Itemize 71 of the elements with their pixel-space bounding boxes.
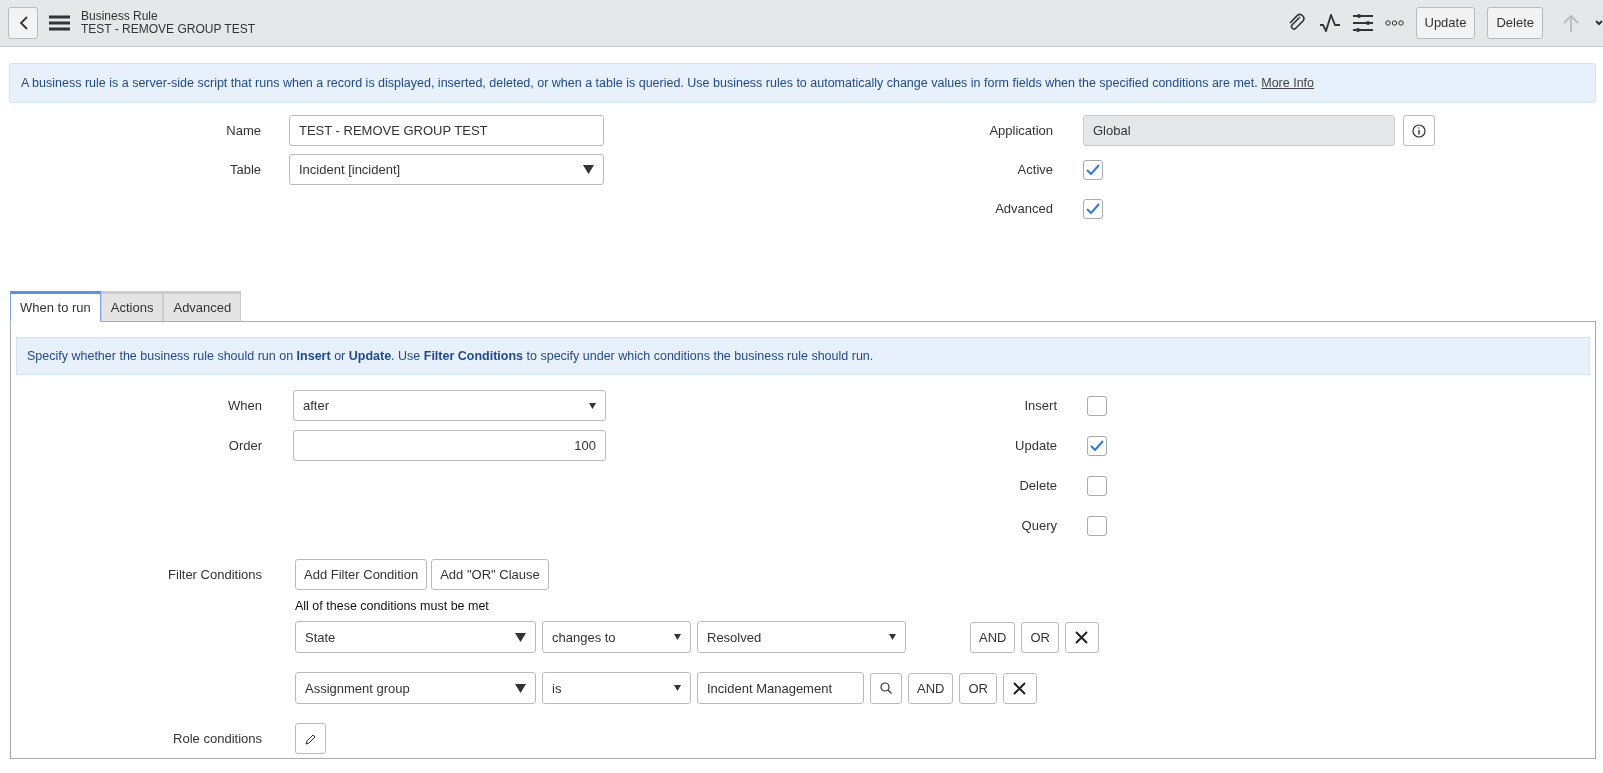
caret-icon [889,634,896,640]
back-icon [18,15,28,30]
caret-icon [515,632,526,642]
checkbox[interactable] [1087,475,1107,496]
caret-icon [583,165,594,174]
select-field[interactable]: Resolved [697,621,906,653]
field-label: Query [1020,518,1057,533]
or-button[interactable]: OR [959,672,997,704]
conditions-note: All of these conditions must be met [295,599,490,613]
record-name: TEST - REMOVE GROUP TEST [81,22,256,36]
filter-button[interactable]: Add "OR" Clause [431,559,549,590]
search-button[interactable] [870,672,902,704]
close-icon [1013,681,1027,695]
caret-icon [589,402,596,409]
select-field[interactable]: changes to [542,621,691,653]
more-icon[interactable] [1384,19,1404,26]
or-button[interactable]: OR [1021,621,1059,653]
hint-message: Specify whether the business rule should run on Insert or Update. Use Filter Conditions to specify under which conditions the business rule should run. [16,337,1590,375]
tab[interactable]: Advanced [163,291,242,322]
tab[interactable]: Actions [100,291,164,322]
close-icon [1075,630,1089,644]
remove-condition-button[interactable] [1064,621,1099,653]
menu-icon[interactable] [49,14,70,31]
readonly-field: Global [1083,115,1395,146]
reference-field[interactable]: Incident Management [697,672,864,704]
caret-icon [674,685,681,691]
field-label: Insert [1023,398,1057,413]
settings-icon[interactable] [1352,13,1373,32]
checkbox[interactable] [1087,515,1107,536]
field-label: When [227,398,262,413]
text-field[interactable]: TEST - REMOVE GROUP TEST [289,115,604,146]
caret-icon [515,683,526,693]
chevron-icon[interactable] [1595,18,1603,27]
and-button[interactable]: AND [970,621,1016,653]
form-title: Business Rule [81,9,159,23]
remove-condition-button[interactable] [1002,672,1037,704]
more-info-link[interactable]: More Info [1261,76,1315,90]
select-field[interactable]: Assignment group [295,672,536,704]
header-button[interactable]: Delete [1487,6,1543,39]
field-label: Application [988,123,1053,138]
field-label: Delete [1018,478,1057,493]
paperclip-icon[interactable] [1286,12,1307,33]
field-label: Update [1014,438,1057,453]
checkbox[interactable] [1083,159,1103,180]
search-icon [880,682,892,694]
select-field[interactable]: is [542,672,691,704]
activity-icon[interactable] [1318,13,1341,32]
tab[interactable]: When to run [10,291,101,322]
back-button[interactable] [8,6,38,39]
field-label: Advanced [994,201,1053,216]
checkbox[interactable] [1087,395,1107,416]
field-label: Role conditions [172,730,262,748]
pencil-icon [304,732,317,745]
number-field[interactable]: 100 [293,430,606,461]
select-field[interactable]: Incident [incident] [289,154,604,185]
field-label: Filter Conditions [167,566,262,584]
caret-icon [674,634,681,640]
info-button[interactable] [1403,115,1435,146]
field-label: Name [225,123,261,138]
checkbox[interactable] [1083,198,1103,219]
field-label: Active [1016,162,1053,177]
checkbox[interactable] [1087,435,1107,456]
header-button[interactable]: Update [1415,6,1476,39]
info-icon [1412,123,1426,138]
select-field[interactable]: after [293,390,606,421]
field-label: Order [227,438,262,453]
info-message: A business rule is a server-side script that runs when a record is displayed, inserted, deleted, or when a table is queried. Use business rules to automatically change values in form fields when the specified conditions are met. More Info [9,63,1596,103]
field-label: Table [228,162,261,177]
select-field[interactable]: State [295,621,536,653]
and-button[interactable]: AND [908,672,954,704]
filter-button[interactable]: Add Filter Condition [295,559,428,590]
